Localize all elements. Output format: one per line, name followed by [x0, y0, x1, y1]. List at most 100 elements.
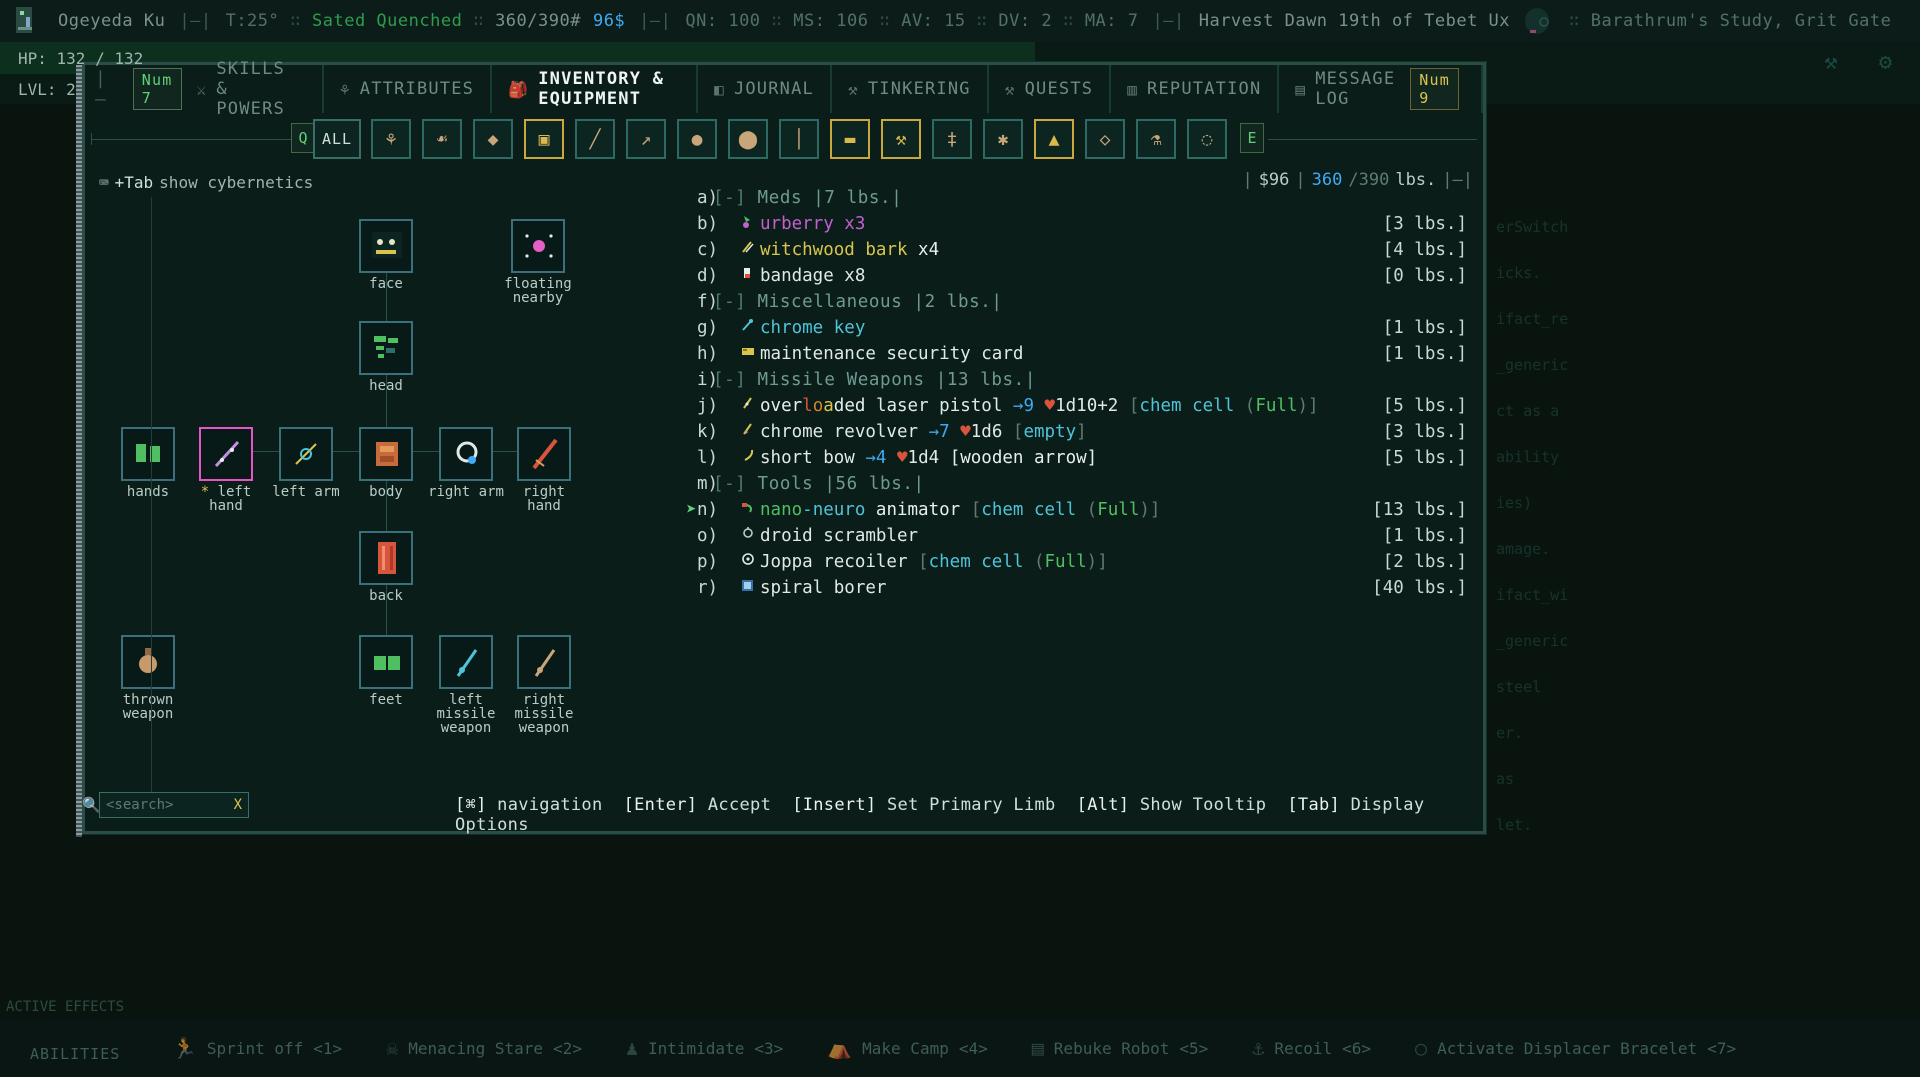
- inventory-item-row[interactable]: h) maintenance security card [1 lbs.]: [685, 341, 1475, 367]
- footer-key[interactable]: [Insert]: [792, 795, 876, 815]
- filter-light-sources[interactable]: │: [779, 119, 819, 159]
- filter-trade-goods[interactable]: ◆: [473, 119, 513, 159]
- inventory-item-row[interactable]: d) bandage x8 [0 lbs.]: [685, 263, 1475, 289]
- ability-activate-displacer-bracelet[interactable]: ○ Activate Displacer Bracelet <7>: [1393, 1036, 1758, 1060]
- tab-tinkering[interactable]: ⚒ TINKERING: [832, 65, 989, 113]
- footer-key[interactable]: [Alt]: [1077, 795, 1130, 815]
- filter-armor[interactable]: ▣: [524, 119, 564, 159]
- filter-prev-key[interactable]: Q: [291, 123, 315, 153]
- slot-left-missile-weapon[interactable]: left missile weapon: [436, 635, 496, 735]
- window-footer: 🔍 <search> X [⌘] navigation [Enter] Acce…: [82, 785, 1483, 835]
- cybernetics-hint[interactable]: ⌨ +Tab show cybernetics: [99, 173, 313, 192]
- slot-hands[interactable]: hands: [121, 427, 175, 499]
- tab-attributes[interactable]: ⚘ ATTRIBUTES: [324, 65, 493, 113]
- tab-quests[interactable]: ⚒ QUESTS: [989, 65, 1112, 113]
- inventory-item-row[interactable]: p) Joppa recoiler [chem cell (Full)] [2 lb…: [685, 549, 1475, 575]
- slot-left-arm[interactable]: left arm: [272, 427, 340, 499]
- filter-ammo[interactable]: ●: [677, 119, 717, 159]
- list-spine-line: [151, 197, 152, 797]
- item-weight: [3 lbs.]: [1382, 422, 1467, 442]
- filter-grenades[interactable]: ⬤: [728, 119, 768, 159]
- inventory-item-row[interactable]: b) urberry x3 [3 lbs.]: [685, 211, 1475, 237]
- search-clear-key[interactable]: X: [234, 797, 242, 813]
- inventory-item-row[interactable]: r) spiral borer [40 lbs.]: [685, 575, 1475, 601]
- footer-key[interactable]: [⌘]: [455, 795, 487, 815]
- slot-label-line: hand: [209, 498, 243, 514]
- footer-key[interactable]: [Tab]: [1287, 795, 1340, 815]
- footer-key[interactable]: [Enter]: [624, 795, 698, 815]
- inventory-item-row[interactable]: o) droid scrambler [1 lbs.]: [685, 523, 1475, 549]
- inventory-item-row[interactable]: c) witchwood bark x4 [4 lbs.]: [685, 237, 1475, 263]
- inventory-category-header[interactable]: a) [-] Meds |7 lbs.|: [685, 185, 1475, 211]
- filter-misc[interactable]: ◌: [1187, 119, 1227, 159]
- window-scroll-left[interactable]: [76, 65, 82, 837]
- filter-meds[interactable]: ⚘: [371, 119, 411, 159]
- reputation-icon: ▥: [1127, 79, 1139, 99]
- inventory-category-header[interactable]: m) [-] Tools |56 lbs.|: [685, 471, 1475, 497]
- inventory-item-row[interactable]: ➤ n) nano-neuro animator [chem cell (Full)…: [685, 497, 1475, 523]
- slot-label-line: left arm: [272, 484, 340, 500]
- filter-artifacts[interactable]: ✱: [983, 119, 1023, 159]
- orb-icon: [511, 219, 565, 273]
- menacing-stare-icon: ☠: [386, 1036, 399, 1060]
- sword-icon: [517, 427, 571, 481]
- tab-message-log[interactable]: ▤ MESSAGE LOG Num 9: [1279, 65, 1483, 113]
- slot-left-hand[interactable]: * left hand: [199, 427, 253, 513]
- filter-next-key[interactable]: E: [1240, 123, 1264, 153]
- filter-food[interactable]: ☙: [422, 119, 462, 159]
- slot-right-missile-weapon[interactable]: right missile weapon: [514, 635, 574, 735]
- footer-key-label: navigation: [497, 795, 603, 815]
- helmet-icon: [359, 321, 413, 375]
- slot-body[interactable]: body: [359, 427, 413, 499]
- filter-water[interactable]: ▲: [1034, 119, 1074, 159]
- sprint-icon: 🏃: [172, 1036, 197, 1060]
- slot-feet[interactable]: feet: [359, 635, 413, 707]
- item-weight: [1 lbs.]: [1382, 526, 1467, 546]
- selection-cursor: ➤: [686, 500, 697, 520]
- filter-flasks[interactable]: ⚗: [1136, 119, 1176, 159]
- inventory-item-row[interactable]: j) overloaded laser pistol →9 ♥1d10+2 [ch…: [685, 393, 1475, 419]
- slot-back[interactable]: back: [359, 531, 413, 603]
- filter-books[interactable]: ▬: [830, 119, 870, 159]
- background-log-line: ability: [1496, 448, 1560, 466]
- tab-inventory-equipment[interactable]: 🎒 INVENTORY & EQUIPMENT: [492, 65, 699, 113]
- filter-food-glyph: ☙: [436, 128, 448, 150]
- item-weight: [40 lbs.]: [1372, 578, 1467, 598]
- ability-menacing-stare[interactable]: ☠ Menacing Stare <2>: [364, 1036, 604, 1060]
- filter-flasks-glyph: ⚗: [1150, 128, 1162, 150]
- slot-floating-nearby[interactable]: floating nearby: [504, 219, 572, 305]
- tab-label: JOURNAL: [733, 79, 814, 99]
- ability-recoil[interactable]: ⚓ Recoil <6>: [1230, 1036, 1393, 1060]
- inventory-item-row[interactable]: l) short bow →4 ♥1d4 [wooden arrow] [5 lbs…: [685, 445, 1475, 471]
- skills-icon: ⚔: [196, 79, 208, 99]
- cybernetics-key: +Tab: [114, 173, 154, 192]
- tab-label: REPUTATION: [1147, 79, 1262, 99]
- filter-gems[interactable]: ◇: [1085, 119, 1125, 159]
- tab-reputation[interactable]: ▥ REPUTATION: [1111, 65, 1280, 113]
- inventory-item-row[interactable]: g) chrome key [1 lbs.]: [685, 315, 1475, 341]
- ability-sprint-off[interactable]: 🏃 Sprint off <1>: [150, 1036, 364, 1060]
- slot-face[interactable]: face: [359, 219, 413, 291]
- ability-intimidate[interactable]: ♟ Intimidate <3>: [604, 1036, 805, 1060]
- inventory-category-header[interactable]: i) [-] Missile Weapons |13 lbs.|: [685, 367, 1475, 393]
- tab-skills-powers[interactable]: Num 7 ⚔ SKILLS & POWERS: [111, 59, 324, 119]
- tab-journal[interactable]: ◧ JOURNAL: [698, 65, 832, 113]
- boots-icon: [359, 635, 413, 689]
- inventory-window: |— Num 7 ⚔ SKILLS & POWERS ⚘ ATTRIBUTES 🎒 INVEN…: [76, 59, 1486, 837]
- filter-tools[interactable]: ⚒: [881, 119, 921, 159]
- search-input[interactable]: 🔍 <search> X: [82, 792, 249, 818]
- inventory-category-header[interactable]: f) [-] Miscellaneous |2 lbs.|: [685, 289, 1475, 315]
- filter-melee-weapons[interactable]: ╱: [575, 119, 615, 159]
- ability-make-camp[interactable]: ⛺ Make Camp <4>: [805, 1036, 1010, 1060]
- inventory-item-row[interactable]: k) chrome revolver →7 ♥1d6 [empty] [3 lbs.…: [685, 419, 1475, 445]
- filter-missile-weapons[interactable]: ↗: [626, 119, 666, 159]
- filter-energy-cells[interactable]: ‡: [932, 119, 972, 159]
- slot-right-hand[interactable]: right hand: [517, 427, 571, 513]
- slot-thrown-weapon[interactable]: thrown weapon: [121, 635, 175, 721]
- slot-head[interactable]: head: [359, 321, 413, 393]
- filter-grenades-glyph: ⬤: [737, 128, 759, 150]
- recoil-icon: ⚓: [1252, 1036, 1265, 1060]
- slot-right-arm[interactable]: right arm: [428, 427, 504, 499]
- filter-all[interactable]: ALL: [313, 119, 361, 159]
- ability-rebuke-robot[interactable]: ▤ Rebuke Robot <5>: [1010, 1036, 1231, 1060]
